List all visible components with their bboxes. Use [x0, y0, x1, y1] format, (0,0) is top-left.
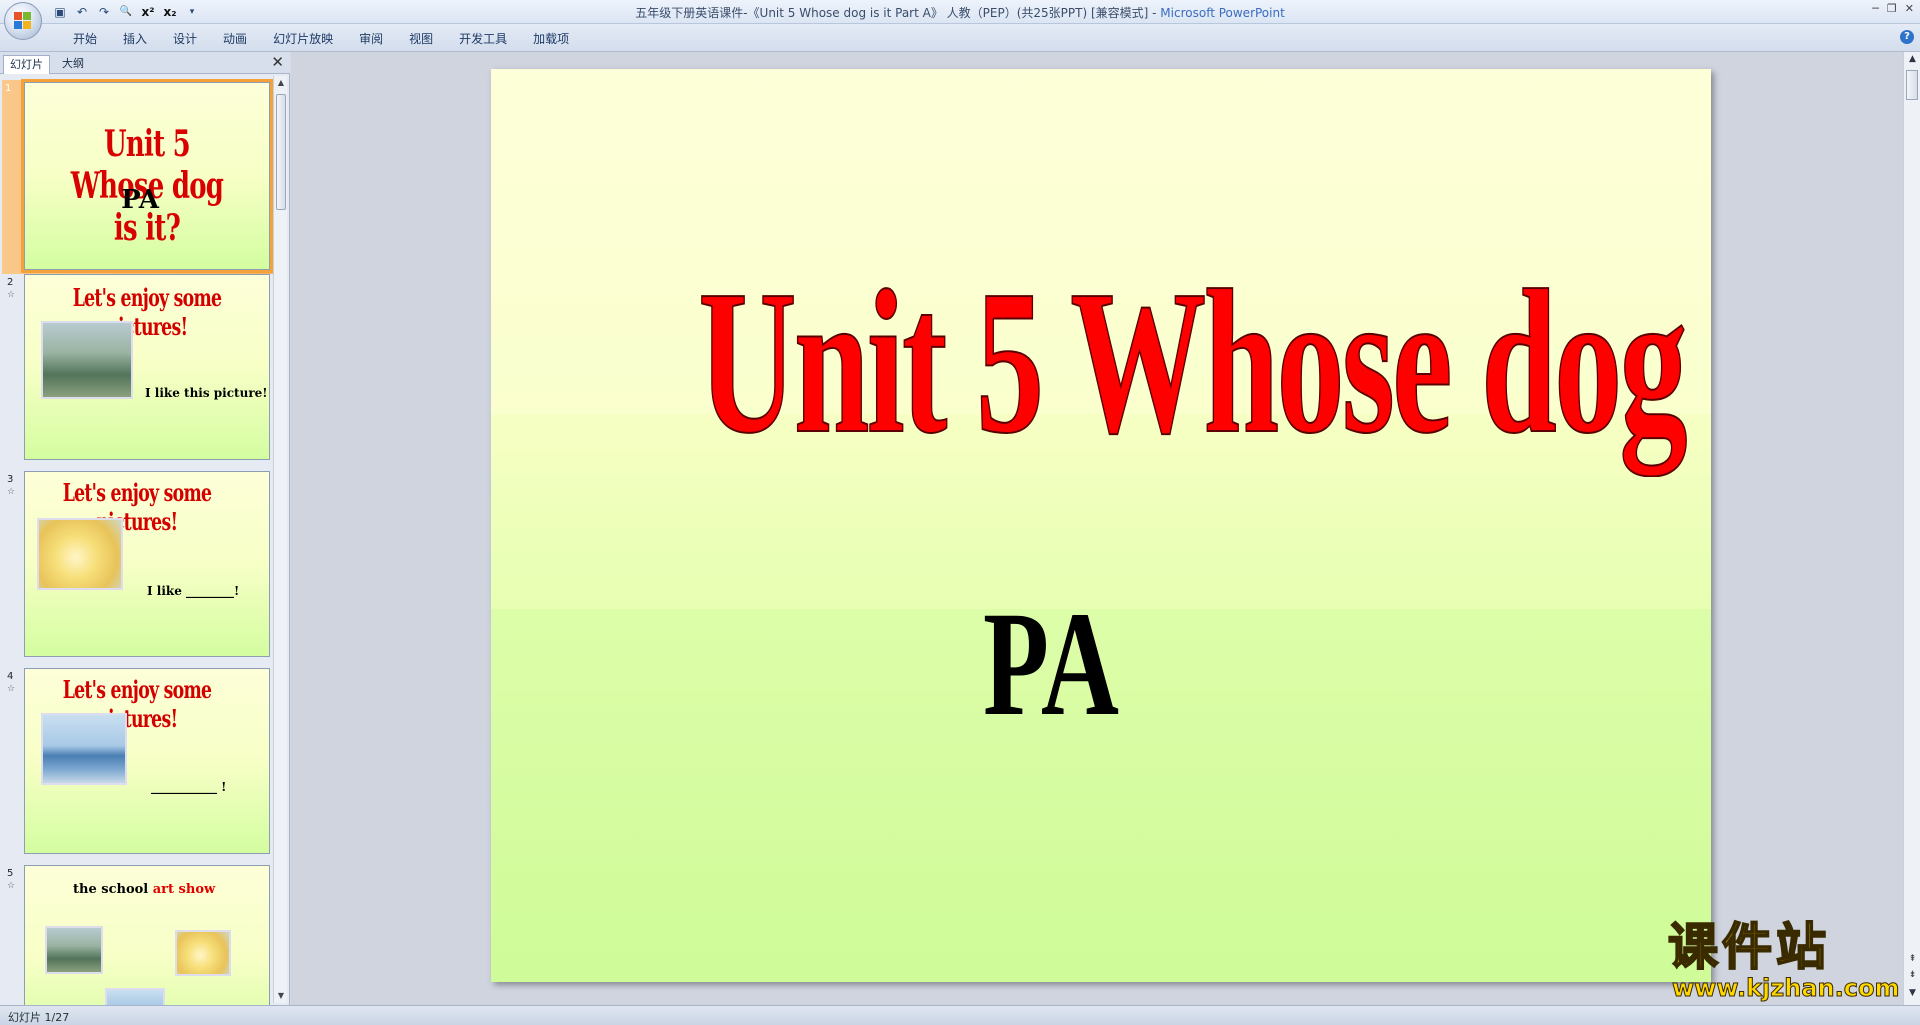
thumbnail-number: 1: [5, 83, 12, 94]
office-logo-icon: [14, 12, 32, 30]
thumbnail-number: 5: [7, 868, 14, 879]
thumbnail-item[interactable]: 3 ☆ Let's enjoy some pictures! I like __…: [4, 471, 274, 661]
thumbnail-preview[interactable]: Let's enjoy some pictures! ___________ !: [24, 668, 270, 854]
thumbnail-number: 3: [7, 474, 14, 485]
scroll-down-icon[interactable]: ▼: [1906, 988, 1919, 998]
thumbnail-scrollbar[interactable]: ▲ ▼: [273, 76, 287, 1003]
office-button[interactable]: [4, 2, 42, 40]
tab-design[interactable]: 设计: [160, 30, 210, 48]
next-slide-icon[interactable]: ⇟: [1906, 970, 1919, 980]
tab-insert[interactable]: 插入: [110, 30, 160, 48]
minimize-icon[interactable]: ─: [1872, 2, 1879, 15]
slides-pane: 幻灯片 大纲 ✕ 1 Unit 5 Whose dog is it? PA 2 …: [0, 52, 290, 1005]
tab-developer[interactable]: 开发工具: [446, 30, 520, 48]
thumbnail-subtitle: PA: [121, 185, 159, 215]
forest-picture: [45, 926, 103, 974]
tab-outline[interactable]: 大纲: [56, 55, 90, 74]
thumbnail-preview[interactable]: Unit 5 Whose dog is it? PA: [21, 79, 273, 273]
thumbnail-title-red: art show: [152, 882, 216, 897]
thumbnail-caption: I like this picture!: [145, 386, 268, 400]
app-name: Microsoft PowerPoint: [1160, 6, 1285, 20]
slide-subtitle[interactable]: PA: [648, 589, 1454, 739]
thumbnail-preview[interactable]: Let's enjoy some pictures! I like this p…: [24, 274, 270, 460]
tab-slides[interactable]: 幻灯片: [3, 55, 50, 74]
animation-star-icon: ☆: [7, 881, 16, 891]
thumbnail-title: the school art show: [73, 882, 215, 897]
ribbon: 开始 插入 设计 动画 幻灯片放映 审阅 视图 开发工具 加载项 ?: [0, 24, 1920, 52]
window-controls: ─ ❐ ✕: [1872, 2, 1914, 15]
status-bar: 幻灯片 1/27: [0, 1005, 1920, 1025]
watermark: 课件站 www.kjzhan.com: [1667, 918, 1904, 1004]
sea-picture: [105, 988, 165, 1005]
thumbnail-preview[interactable]: Let's enjoy some pictures! I like ______…: [24, 471, 270, 657]
document-title: 五年级下册英语课件-《Unit 5 Whose dog is it Part A…: [635, 6, 1161, 20]
slide-title[interactable]: Unit 5 Whose dog is it?: [698, 258, 1711, 466]
main-scrollbar[interactable]: ▲ ⇞ ⇟ ▼: [1903, 52, 1920, 1005]
animation-star-icon: ☆: [7, 684, 16, 694]
thumbnail-item[interactable]: 5 ☆ the school art show: [4, 865, 274, 1005]
scrollbar-thumb[interactable]: [276, 94, 286, 210]
tab-review[interactable]: 审阅: [346, 30, 396, 48]
forest-picture: [41, 321, 133, 399]
pane-tabs: 幻灯片 大纲 ✕: [0, 52, 290, 74]
thumbnail-item[interactable]: 1 Unit 5 Whose dog is it? PA: [2, 79, 276, 274]
scroll-up-icon[interactable]: ▲: [274, 76, 288, 90]
tab-home[interactable]: 开始: [60, 30, 110, 48]
thumbnail-number: 2: [7, 277, 14, 288]
thumbnail-list[interactable]: 1 Unit 5 Whose dog is it? PA 2 ☆ Let's e…: [0, 74, 290, 1005]
thumbnail-title-plain: the school: [73, 882, 153, 897]
slide-counter: 幻灯片 1/27: [8, 1011, 70, 1024]
sun-picture: [175, 930, 231, 976]
slide-canvas[interactable]: Unit 5 Whose dog is it? PA: [491, 69, 1711, 982]
thumbnail-preview[interactable]: the school art show: [24, 865, 270, 1005]
scroll-down-icon[interactable]: ▼: [274, 989, 288, 1003]
animation-star-icon: ☆: [7, 487, 16, 497]
title-bar: ▣ ↶ ↷ 🔍 x² x₂ ▾ 五年级下册英语课件-《Unit 5 Whose …: [0, 0, 1920, 24]
sea-picture: [41, 713, 127, 785]
thumbnail-caption: ___________ !: [151, 780, 227, 794]
restore-icon[interactable]: ❐: [1887, 2, 1897, 15]
thumbnail-number: 4: [7, 671, 14, 682]
watermark-url: www.kjzhan.com: [1671, 974, 1900, 1002]
watermark-logo-text: 课件站: [1667, 918, 1830, 976]
previous-slide-icon[interactable]: ⇞: [1906, 954, 1919, 964]
scroll-up-icon[interactable]: ▲: [1906, 54, 1919, 64]
thumbnail-item[interactable]: 2 ☆ Let's enjoy some pictures! I like th…: [4, 274, 274, 464]
sun-picture: [37, 518, 123, 590]
tab-view[interactable]: 视图: [396, 30, 446, 48]
close-icon[interactable]: ✕: [1905, 2, 1914, 15]
tab-slide-show[interactable]: 幻灯片放映: [260, 30, 346, 48]
tab-animations[interactable]: 动画: [210, 30, 260, 48]
help-icon[interactable]: ?: [1900, 30, 1914, 44]
tab-add-ins[interactable]: 加载项: [520, 30, 582, 48]
scrollbar-thumb[interactable]: [1906, 70, 1918, 100]
thumbnail-item[interactable]: 4 ☆ Let's enjoy some pictures! _________…: [4, 668, 274, 858]
animation-star-icon: ☆: [7, 290, 16, 300]
thumbnail-caption: I like ________!: [147, 584, 240, 598]
window-title: 五年级下册英语课件-《Unit 5 Whose dog is it Part A…: [0, 4, 1920, 21]
close-pane-icon[interactable]: ✕: [271, 53, 284, 71]
ribbon-tabs: 开始 插入 设计 动画 幻灯片放映 审阅 视图 开发工具 加载项: [60, 30, 582, 48]
